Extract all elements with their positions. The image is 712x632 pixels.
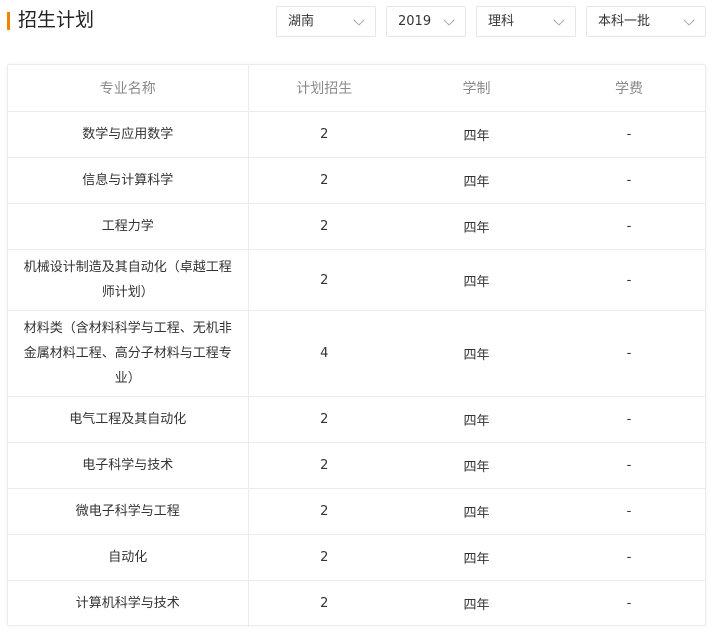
year-select[interactable]: 2019 [386, 6, 466, 37]
major-name: 自动化 [8, 534, 249, 581]
plan-count: 2 [248, 157, 400, 204]
duration: 四年 [400, 534, 553, 581]
title-accent-bar [7, 12, 10, 30]
tuition-fee: - [553, 203, 705, 250]
duration: 四年 [400, 157, 553, 204]
plan-count: 2 [248, 203, 400, 250]
table-row: 电子科学与技术 2 四年 - [8, 442, 705, 489]
batch-select-value: 本科一批 [598, 14, 651, 29]
column-header-duration: 学制 [400, 65, 553, 112]
tuition-fee: - [553, 534, 705, 581]
duration: 四年 [400, 442, 553, 489]
duration: 四年 [400, 488, 553, 535]
table-row: 计算机科学与技术 2 四年 - [8, 580, 705, 627]
column-header-major: 专业名称 [8, 65, 249, 112]
plan-count: 2 [248, 488, 400, 535]
category-select[interactable]: 理科 [476, 6, 576, 37]
table-row: 机械设计制造及其自动化（卓越工程师计划） 2 四年 - [8, 249, 705, 311]
tuition-fee: - [553, 396, 705, 443]
table-row: 电气工程及其自动化 2 四年 - [8, 396, 705, 443]
major-name: 电子科学与技术 [8, 442, 249, 489]
chevron-down-icon [353, 14, 365, 26]
plan-count: 2 [248, 396, 400, 443]
major-name: 材料类（含材料科学与工程、无机非金属材料工程、高分子材料与工程专业） [8, 310, 249, 397]
tuition-fee: - [553, 488, 705, 535]
batch-select[interactable]: 本科一批 [586, 6, 706, 37]
major-name: 电气工程及其自动化 [8, 396, 249, 443]
plan-count: 2 [320, 596, 329, 612]
tuition-fee: - [553, 157, 705, 204]
province-select[interactable]: 湖南 [276, 6, 376, 37]
province-select-value: 湖南 [288, 14, 315, 29]
chevron-down-icon [443, 14, 455, 26]
plan-count: 2 [248, 249, 400, 311]
page-title: 招生计划 [18, 9, 95, 31]
table-row: 数学与应用数学 2 四年 - [8, 111, 705, 158]
table-row: 自动化 2 四年 - [8, 534, 705, 581]
plan-count: 2 [248, 534, 400, 581]
table-row: 信息与计算科学 2 四年 - [8, 157, 705, 204]
tuition-fee: - [553, 310, 705, 397]
plan-count: 2 [248, 111, 400, 158]
duration: 四年 [400, 111, 553, 158]
column-header-fee: 学费 [553, 65, 705, 112]
major-name: 机械设计制造及其自动化（卓越工程师计划） [8, 249, 249, 311]
year-select-value: 2019 [398, 14, 432, 29]
major-name: 微电子科学与工程 [8, 488, 249, 535]
duration: 四年 [400, 203, 553, 250]
column-header-plan: 计划招生 [248, 65, 400, 112]
major-name: 数学与应用数学 [8, 111, 249, 158]
tuition-fee: - [626, 596, 632, 612]
table-row: 微电子科学与工程 2 四年 - [8, 488, 705, 535]
enrollment-plan-table: 专业名称 计划招生 学制 学费 数学与应用数学 2 四年 - 信息与计算科学 2… [7, 64, 706, 627]
plan-count: 4 [248, 310, 400, 397]
duration: 四年 [400, 310, 553, 397]
major-name: 工程力学 [8, 203, 249, 250]
chevron-down-icon [683, 14, 695, 26]
major-name: 信息与计算科学 [8, 157, 249, 204]
table-row: 材料类（含材料科学与工程、无机非金属材料工程、高分子材料与工程专业） 4 四年 … [8, 310, 705, 397]
tuition-fee: - [553, 442, 705, 489]
tuition-fee: - [553, 111, 705, 158]
major-name: 计算机科学与技术 [8, 580, 249, 627]
category-select-value: 理科 [488, 14, 515, 29]
plan-count: 2 [248, 442, 400, 489]
table-header-row: 专业名称 计划招生 学制 学费 [8, 65, 705, 112]
chevron-down-icon [553, 14, 565, 26]
duration: 四年 [463, 598, 490, 614]
table-row: 工程力学 2 四年 - [8, 203, 705, 250]
tuition-fee: - [553, 249, 705, 311]
page-header: 招生计划 湖南 2019 理科 本科一批 [0, 0, 712, 48]
duration: 四年 [400, 249, 553, 311]
duration: 四年 [400, 396, 553, 443]
